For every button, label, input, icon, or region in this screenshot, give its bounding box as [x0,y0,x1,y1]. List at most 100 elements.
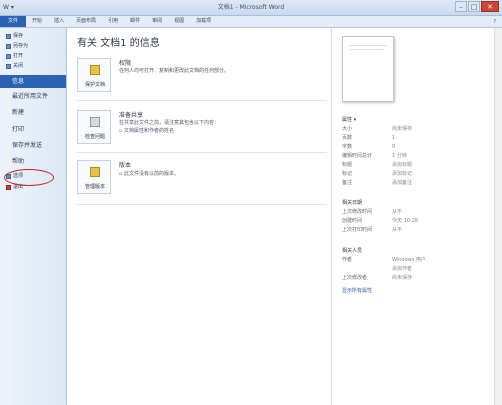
highlight-circle [4,169,54,186]
protect-document-button[interactable]: 保护文档 [77,58,111,92]
lock-icon [90,65,100,75]
property-key: 作者 [342,257,353,263]
tab-file[interactable]: 文件 [0,16,27,27]
scrollbar[interactable] [494,28,502,405]
sidebar-save-label: 保存 [13,33,24,39]
check-issues-label: 检查问题 [84,134,105,140]
permissions-desc: 任何人均可打开、复制和更改此文档的任何部分。 [119,68,230,74]
dates-header: 相关日期 [342,200,363,206]
property-row: 字数 0 [342,144,497,151]
property-row: 大小 尚未保存 [342,126,497,133]
sidebar-item-save-send[interactable]: 保存并发送 [0,139,66,152]
people-header: 相关人员 [342,248,363,254]
tab-view[interactable]: 视图 [168,16,190,27]
divider [77,100,327,101]
property-value[interactable]: Windows 用户 [392,257,426,264]
ribbon-tab-bar: 文件 开始 插入 页面布局 引用 邮件 审阅 视图 加载项 ? [0,16,502,28]
property-key: 编辑时间总计 [342,153,373,159]
property-value[interactable]: 添加标记 [392,171,412,178]
property-value[interactable]: 0 [392,144,395,151]
sidebar-item-info[interactable]: 信息 [0,75,66,88]
property-row: 添加作者 [342,266,497,273]
sidebar-close[interactable]: 关闭 [6,62,23,70]
property-value[interactable]: 添加标题 [392,162,412,169]
property-row: 页数 1 [342,135,497,142]
permissions-title: 权限 [119,60,132,67]
sidebar-item-recent[interactable]: 最近所用文件 [0,90,66,103]
versions-title: 版本 [119,162,132,169]
preview-line [349,45,387,46]
property-value[interactable]: 1 [392,135,395,142]
sidebar-open[interactable]: 打开 [6,52,23,60]
property-value[interactable]: 从不 [392,227,402,234]
divider [77,152,327,153]
property-row: 上次打印时间 从不 [342,227,497,234]
document-preview [342,36,394,102]
sidebar-save-as[interactable]: 另存为 [6,42,28,50]
property-row: 上次修改时间 从不 [342,209,497,216]
prepare-sharing-title: 准备共享 [119,112,144,119]
property-row: 标记 添加标记 [342,171,497,178]
tab-add-ins[interactable]: 加载项 [190,16,217,27]
property-key: 页数 [342,135,353,141]
property-key: 上次打印时间 [342,227,373,233]
manage-versions-label: 管理版本 [84,184,105,190]
window-controls: – □ ✕ [455,1,499,12]
tab-references[interactable]: 引用 [102,16,124,27]
property-key: 大小 [342,126,353,132]
save-icon [6,33,11,39]
tab-page-layout[interactable]: 页面布局 [70,16,102,27]
property-row: 上次修改者 尚未保存 [342,275,497,282]
versions-icon [90,167,100,177]
sidebar-open-label: 打开 [13,53,24,59]
property-key: 备注 [342,180,353,186]
versions-section: 管理版本 版本 ▫ 此文件没有以前的版本。 [77,160,327,202]
backstage-sidebar: 保存 另存为 打开 关闭 信息 最近所用文件 新建 打印 保存并发送 帮助 选项… [0,28,67,405]
save-as-icon [6,43,11,49]
property-value[interactable]: 添加作者 [392,266,412,273]
property-value[interactable]: 今天 10:28 [392,218,418,225]
tab-review[interactable]: 审阅 [146,16,168,27]
check-issues-button[interactable]: 检查问题 [77,110,111,144]
close-button[interactable]: ✕ [481,1,499,12]
sidebar-item-help[interactable]: 帮助 [0,155,66,168]
inspect-icon [90,117,100,127]
tab-home[interactable]: 开始 [26,16,48,27]
property-value[interactable]: 尚未保存 [392,126,412,133]
property-value[interactable]: 添加备注 [392,180,412,187]
exit-icon [6,184,11,190]
tab-mailings[interactable]: 邮件 [124,16,146,27]
permissions-section: 保护文档 权限 任何人均可打开、复制和更改此文档的任何部分。 [77,58,327,100]
property-row: 编辑时间总计 1 分钟 [342,153,497,160]
show-all-properties-link[interactable]: 显示所有属性 [342,287,372,294]
prepare-sharing-desc: 在共享此文件之前，请注意其包含以下内容： [119,120,220,126]
property-row: 标题 添加标题 [342,162,497,169]
property-key: 上次修改时间 [342,209,373,215]
property-value[interactable]: 从不 [392,209,402,216]
property-key: 字数 [342,144,353,150]
sidebar-save[interactable]: 保存 [6,32,23,40]
tab-insert[interactable]: 插入 [48,16,70,27]
properties-header[interactable]: 属性 ▾ [342,116,356,123]
sidebar-save-as-label: 另存为 [13,43,29,49]
property-row: 备注 添加备注 [342,180,497,187]
properties-pane: 属性 ▾ 大小 尚未保存 页数 1 字数 0 编辑时间总计 1 分钟 标题 添加标题 标记 添加标记备… [331,28,502,405]
page-title: 有关 文档1 的信息 [77,38,160,49]
manage-versions-button[interactable]: 管理版本 [77,160,111,194]
open-folder-icon [6,53,11,59]
sidebar-item-print[interactable]: 打印 [0,123,66,136]
property-value[interactable]: 1 分钟 [392,153,407,160]
preview-line [349,49,383,50]
property-key: 标记 [342,171,353,177]
versions-desc: ▫ 此文件没有以前的版本。 [119,171,179,177]
sidebar-item-new[interactable]: 新建 [0,106,66,119]
close-document-icon [6,63,11,69]
property-row: 作者 Windows 用户 [342,257,497,264]
property-key: 创建时间 [342,218,363,224]
minimize-button[interactable]: – [455,1,467,12]
title-bar: W ▾ 文档1 - Microsoft Word – □ ✕ [0,0,502,16]
property-key: 标题 [342,162,353,168]
help-icon[interactable]: ? [493,19,496,25]
maximize-button[interactable]: □ [468,1,480,12]
property-value[interactable]: 尚未保存 [392,275,412,282]
